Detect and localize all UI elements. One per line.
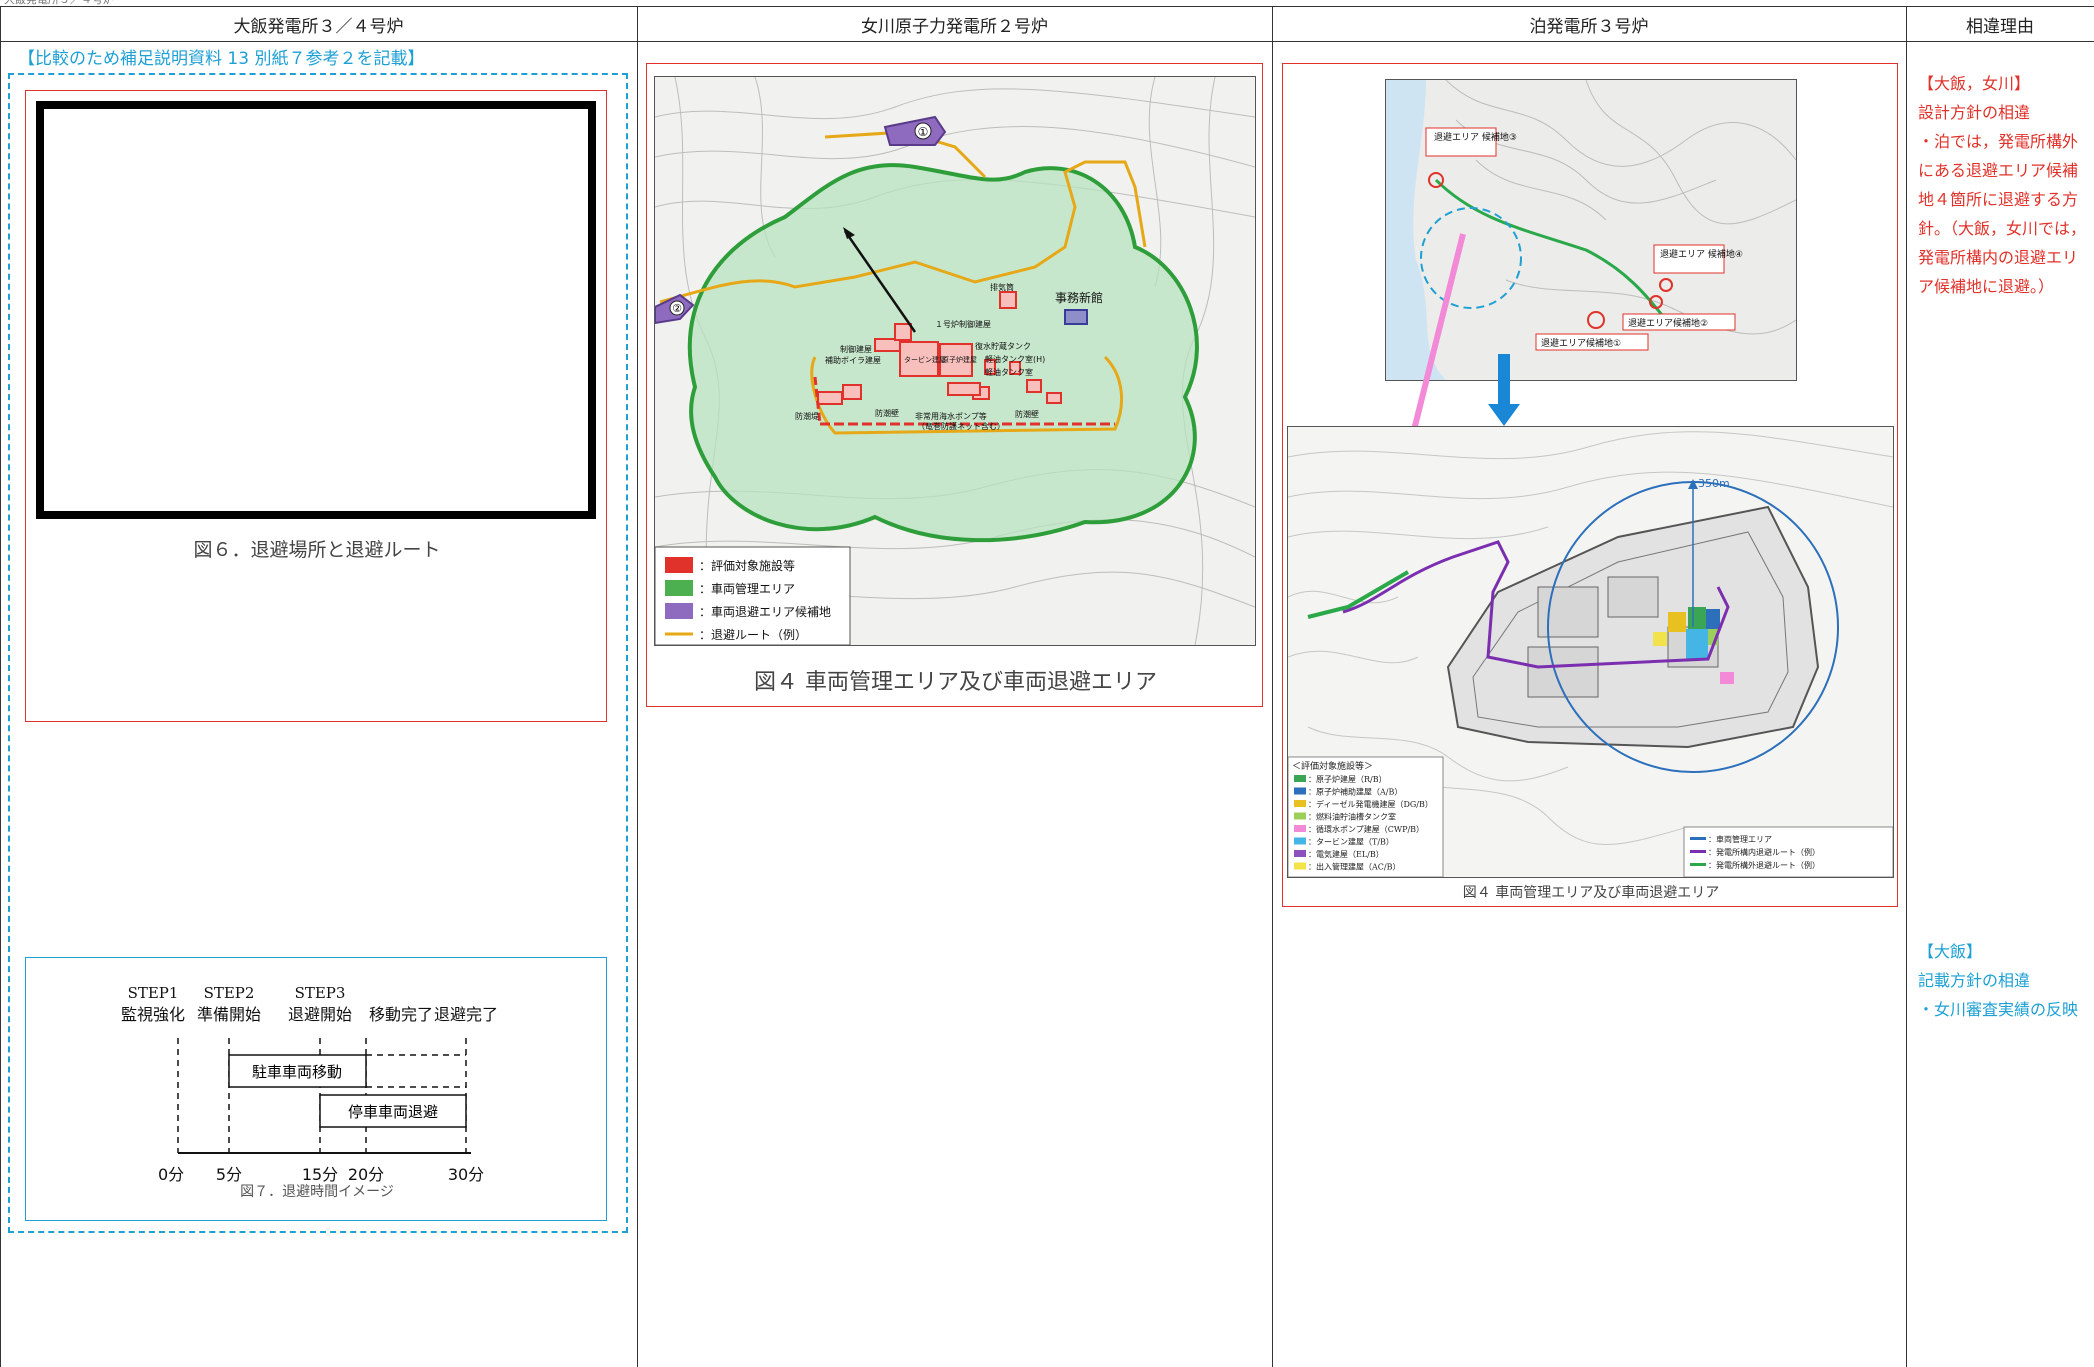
header-onagawa: 女川原子力発電所２号炉 [637, 7, 1272, 42]
reason-line: にある退避エリア候補 [1918, 161, 2079, 180]
legend-swatch [665, 603, 693, 619]
legend-label: ：タービン建屋（T/B） [1308, 837, 1394, 847]
reason-line: 【大飯】 [1918, 942, 1983, 961]
legend-label: ：ディーゼル発電機建屋（DG/B） [1308, 799, 1433, 809]
bar1-label: 駐車車両移動 [252, 1063, 342, 1081]
legend-swatch [1294, 787, 1306, 795]
masked-image [36, 101, 596, 519]
legend-swatch [1294, 850, 1306, 857]
svg-text:補助ボイラ建屋: 補助ボイラ建屋 [825, 355, 881, 365]
reason-line: 針。（大飯，女川では， [1918, 219, 2087, 238]
fig4-tomari-frame: 退避エリア 候補地③ 退避エリア 候補地④ 退避エリア候補地② 退避エリア候補地… [1282, 63, 1898, 907]
legend-swatch [665, 580, 693, 596]
legend-label: ：車両管理エリア [699, 581, 795, 596]
fig4-tomari-caption: 図４ 車両管理エリア及び車両退避エリア [1462, 885, 1720, 901]
svg-text:①: ① [918, 125, 929, 139]
legend-swatch [1690, 850, 1706, 853]
legend-label: ：発電所構内退避ルート（例） [1708, 847, 1820, 857]
svg-text:タービン建屋: タービン建屋 [904, 355, 946, 364]
reason-line: 発電所構内の退避エリ [1918, 248, 2079, 267]
axis-tick: 0分 [158, 1165, 184, 1184]
legend-swatch [1294, 837, 1306, 845]
step-id: STEP3 [295, 984, 346, 1002]
legend-swatch [665, 557, 693, 573]
onagawa-site-map: ① ② 排気筒 １号炉制御建屋 制御建屋 補助ボイラ建屋 復水貯蔵タンク 軽油タ… [654, 76, 1256, 646]
legend-label: ：電気建屋（EL/B） [1308, 849, 1384, 859]
tomari-legend-title: ＜評価対象施設等＞ [1292, 760, 1373, 772]
svg-text:１号炉制御建屋: １号炉制御建屋 [935, 319, 991, 329]
legend-swatch [1294, 775, 1306, 782]
legend-swatch [1294, 800, 1306, 807]
svg-text:防潮堤: 防潮堤 [795, 411, 819, 421]
legend-swatch [1690, 863, 1706, 866]
fig6-frame: 図６．退避場所と退避ルート [25, 90, 607, 722]
legend-label: ：原子炉補助建屋（A/B） [1308, 787, 1402, 797]
legend-label: ：原子炉建屋（R/B） [1308, 774, 1387, 784]
reason-line: ア候補地に退避。） [1918, 277, 2055, 296]
header-ohi: 大飯発電所３／４号炉 [0, 7, 637, 42]
step-id: STEP2 [204, 984, 255, 1002]
timeline-diagram: STEP1 STEP2 STEP3 監視強化 準備開始 退避開始 移動完了 退避完了 駐車車… [121, 984, 498, 1200]
reason-line: 設計方針の相違 [1918, 103, 2031, 122]
svg-text:（竜巻防護ネット含む）: （竜巻防護ネット含む） [917, 421, 1005, 431]
step-label: 退避開始 [288, 1005, 352, 1024]
reason-line: 【大飯，女川】 [1918, 74, 2031, 93]
office-label: 事務新館 [1055, 290, 1103, 305]
reason-line: ・泊では，発電所構外 [1918, 132, 2079, 151]
svg-text:軽油タンク室(H): 軽油タンク室(H) [985, 354, 1045, 364]
reason-description-policy: 【大飯】記載方針の相違・女川審査実績の反映 [1918, 937, 2088, 1024]
reason-design-policy: 【大飯，女川】 設計方針の相違・泊では，発電所構外 にある退避エリア候補 地４箇所に退… [1918, 69, 2088, 301]
svg-text:制御建屋: 制御建屋 [840, 344, 872, 354]
legend-label: ：燃料油貯油槽タンク室 [1308, 812, 1396, 822]
reason-line: 地４箇所に退避する方 [1918, 190, 2079, 209]
tomari-site-map: 350m ＜評価対象施設等＞ ：原子炉建屋（R/B） ：原子炉補助建屋（A/B） ：… [1287, 426, 1894, 878]
step-id: STEP1 [128, 984, 179, 1002]
header-tomari: 泊発電所３号炉 [1272, 7, 1906, 42]
legend-label: ：車両管理エリア [1708, 834, 1772, 844]
fig7-frame: STEP1 STEP2 STEP3 監視強化 準備開始 退避開始 移動完了 退避完了 駐車車… [25, 957, 607, 1221]
header-reason: 相違理由 [1906, 7, 2094, 42]
svg-text:軽油タンク室: 軽油タンク室 [985, 367, 1033, 377]
svg-text:非常用海水ポンプ等: 非常用海水ポンプ等 [915, 411, 987, 421]
legend-swatch [1690, 837, 1706, 840]
axis-tick: 5分 [216, 1165, 242, 1184]
fig6-caption: 図６．退避場所と退避ルート [193, 539, 441, 561]
fig7-caption: 図７．退避時間イメージ [240, 1184, 394, 1200]
svg-text:原子炉建屋: 原子炉建屋 [942, 355, 977, 364]
fig4-onagawa-frame: ① ② 排気筒 １号炉制御建屋 制御建屋 補助ボイラ建屋 復水貯蔵タンク 軽油タ… [646, 63, 1263, 707]
legend-swatch [1294, 825, 1306, 832]
legend-label: ：出入管理建屋（AC/B） [1308, 862, 1400, 872]
legend-label: ：車両退避エリア候補地 [699, 605, 831, 619]
svg-text:防潮壁: 防潮壁 [1015, 409, 1039, 419]
reference-note: 【比較のため補足説明資料 13 別紙７参考２を記載】 [18, 49, 425, 69]
axis-tick: 30分 [448, 1165, 484, 1184]
svg-text:排気筒: 排気筒 [990, 282, 1014, 292]
svg-text:防潮壁: 防潮壁 [875, 408, 899, 418]
svg-text:復水貯蔵タンク: 復水貯蔵タンク [975, 341, 1031, 351]
step-label: 移動完了 [369, 1005, 433, 1024]
axis-tick: 15分 [302, 1165, 338, 1184]
axis-tick: 20分 [348, 1165, 384, 1184]
bar2-label: 停車車両退避 [348, 1103, 438, 1121]
comparison-table: 大飯発電所３／４号炉 女川原子力発電所２号炉 泊発電所３号炉 相違理由 【比較の… [0, 6, 2094, 1367]
step-label: 退避完了 [434, 1005, 498, 1024]
reason-line: 記載方針の相違 [1918, 971, 2031, 990]
reason-line: ・女川審査実績の反映 [1918, 1000, 2079, 1019]
legend-swatch [1294, 812, 1306, 820]
svg-text:②: ② [672, 302, 682, 315]
step-label: 準備開始 [197, 1005, 261, 1024]
legend-label: ：退避ルート（例） [699, 628, 807, 642]
legend-label: ：循環水ポンプ建屋（CWP/B） [1308, 824, 1424, 834]
step-label: 監視強化 [121, 1005, 185, 1024]
legend-label: ：評価対象施設等 [699, 558, 795, 573]
radius-label: 350m [1698, 477, 1730, 490]
legend-label: ：発電所構外退避ルート（例） [1708, 860, 1820, 870]
legend-swatch [1294, 862, 1306, 870]
fig4-onagawa-caption: 図４ 車両管理エリア及び車両退避エリア [754, 670, 1157, 695]
